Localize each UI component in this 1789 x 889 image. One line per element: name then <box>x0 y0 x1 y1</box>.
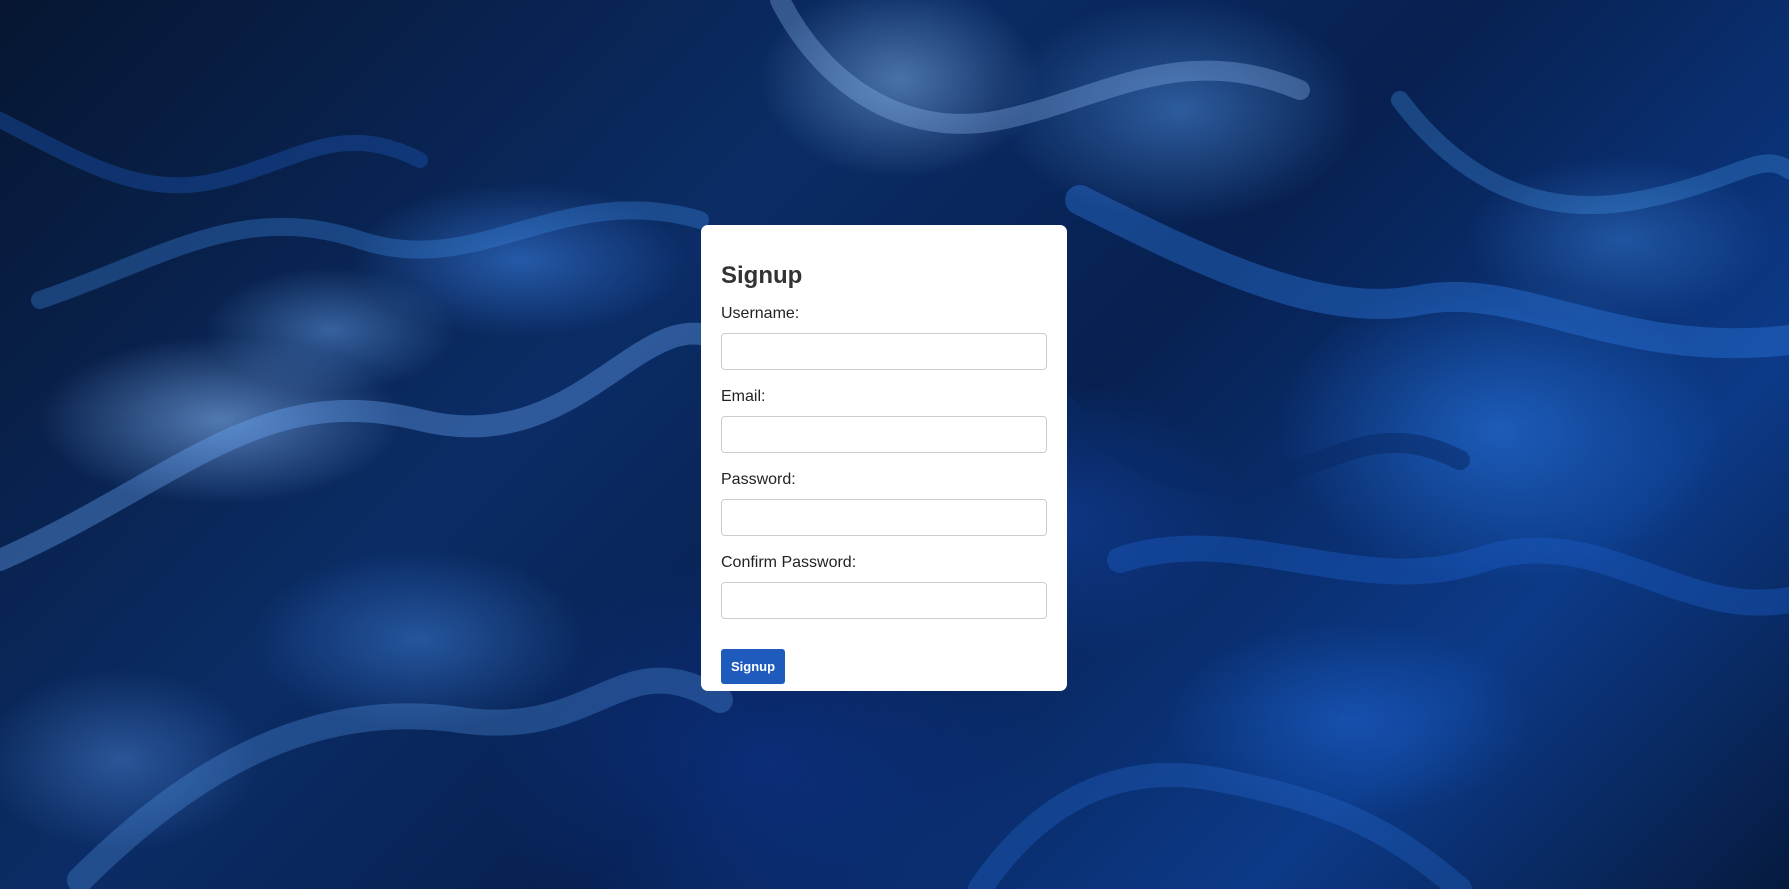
username-label: Username: <box>721 305 800 322</box>
confirm-password-input[interactable] <box>721 582 1047 619</box>
signup-card: Signup Username: Email: Password: Confir… <box>701 225 1067 691</box>
signup-button[interactable]: Signup <box>721 649 786 684</box>
password-label: Password: <box>721 471 796 488</box>
confirm-password-label: Confirm Password: <box>721 554 857 571</box>
email-label: Email: <box>721 388 766 405</box>
signup-title: Signup <box>721 262 803 289</box>
username-input[interactable] <box>721 333 1047 370</box>
email-input[interactable] <box>721 416 1047 453</box>
password-input[interactable] <box>721 499 1047 536</box>
